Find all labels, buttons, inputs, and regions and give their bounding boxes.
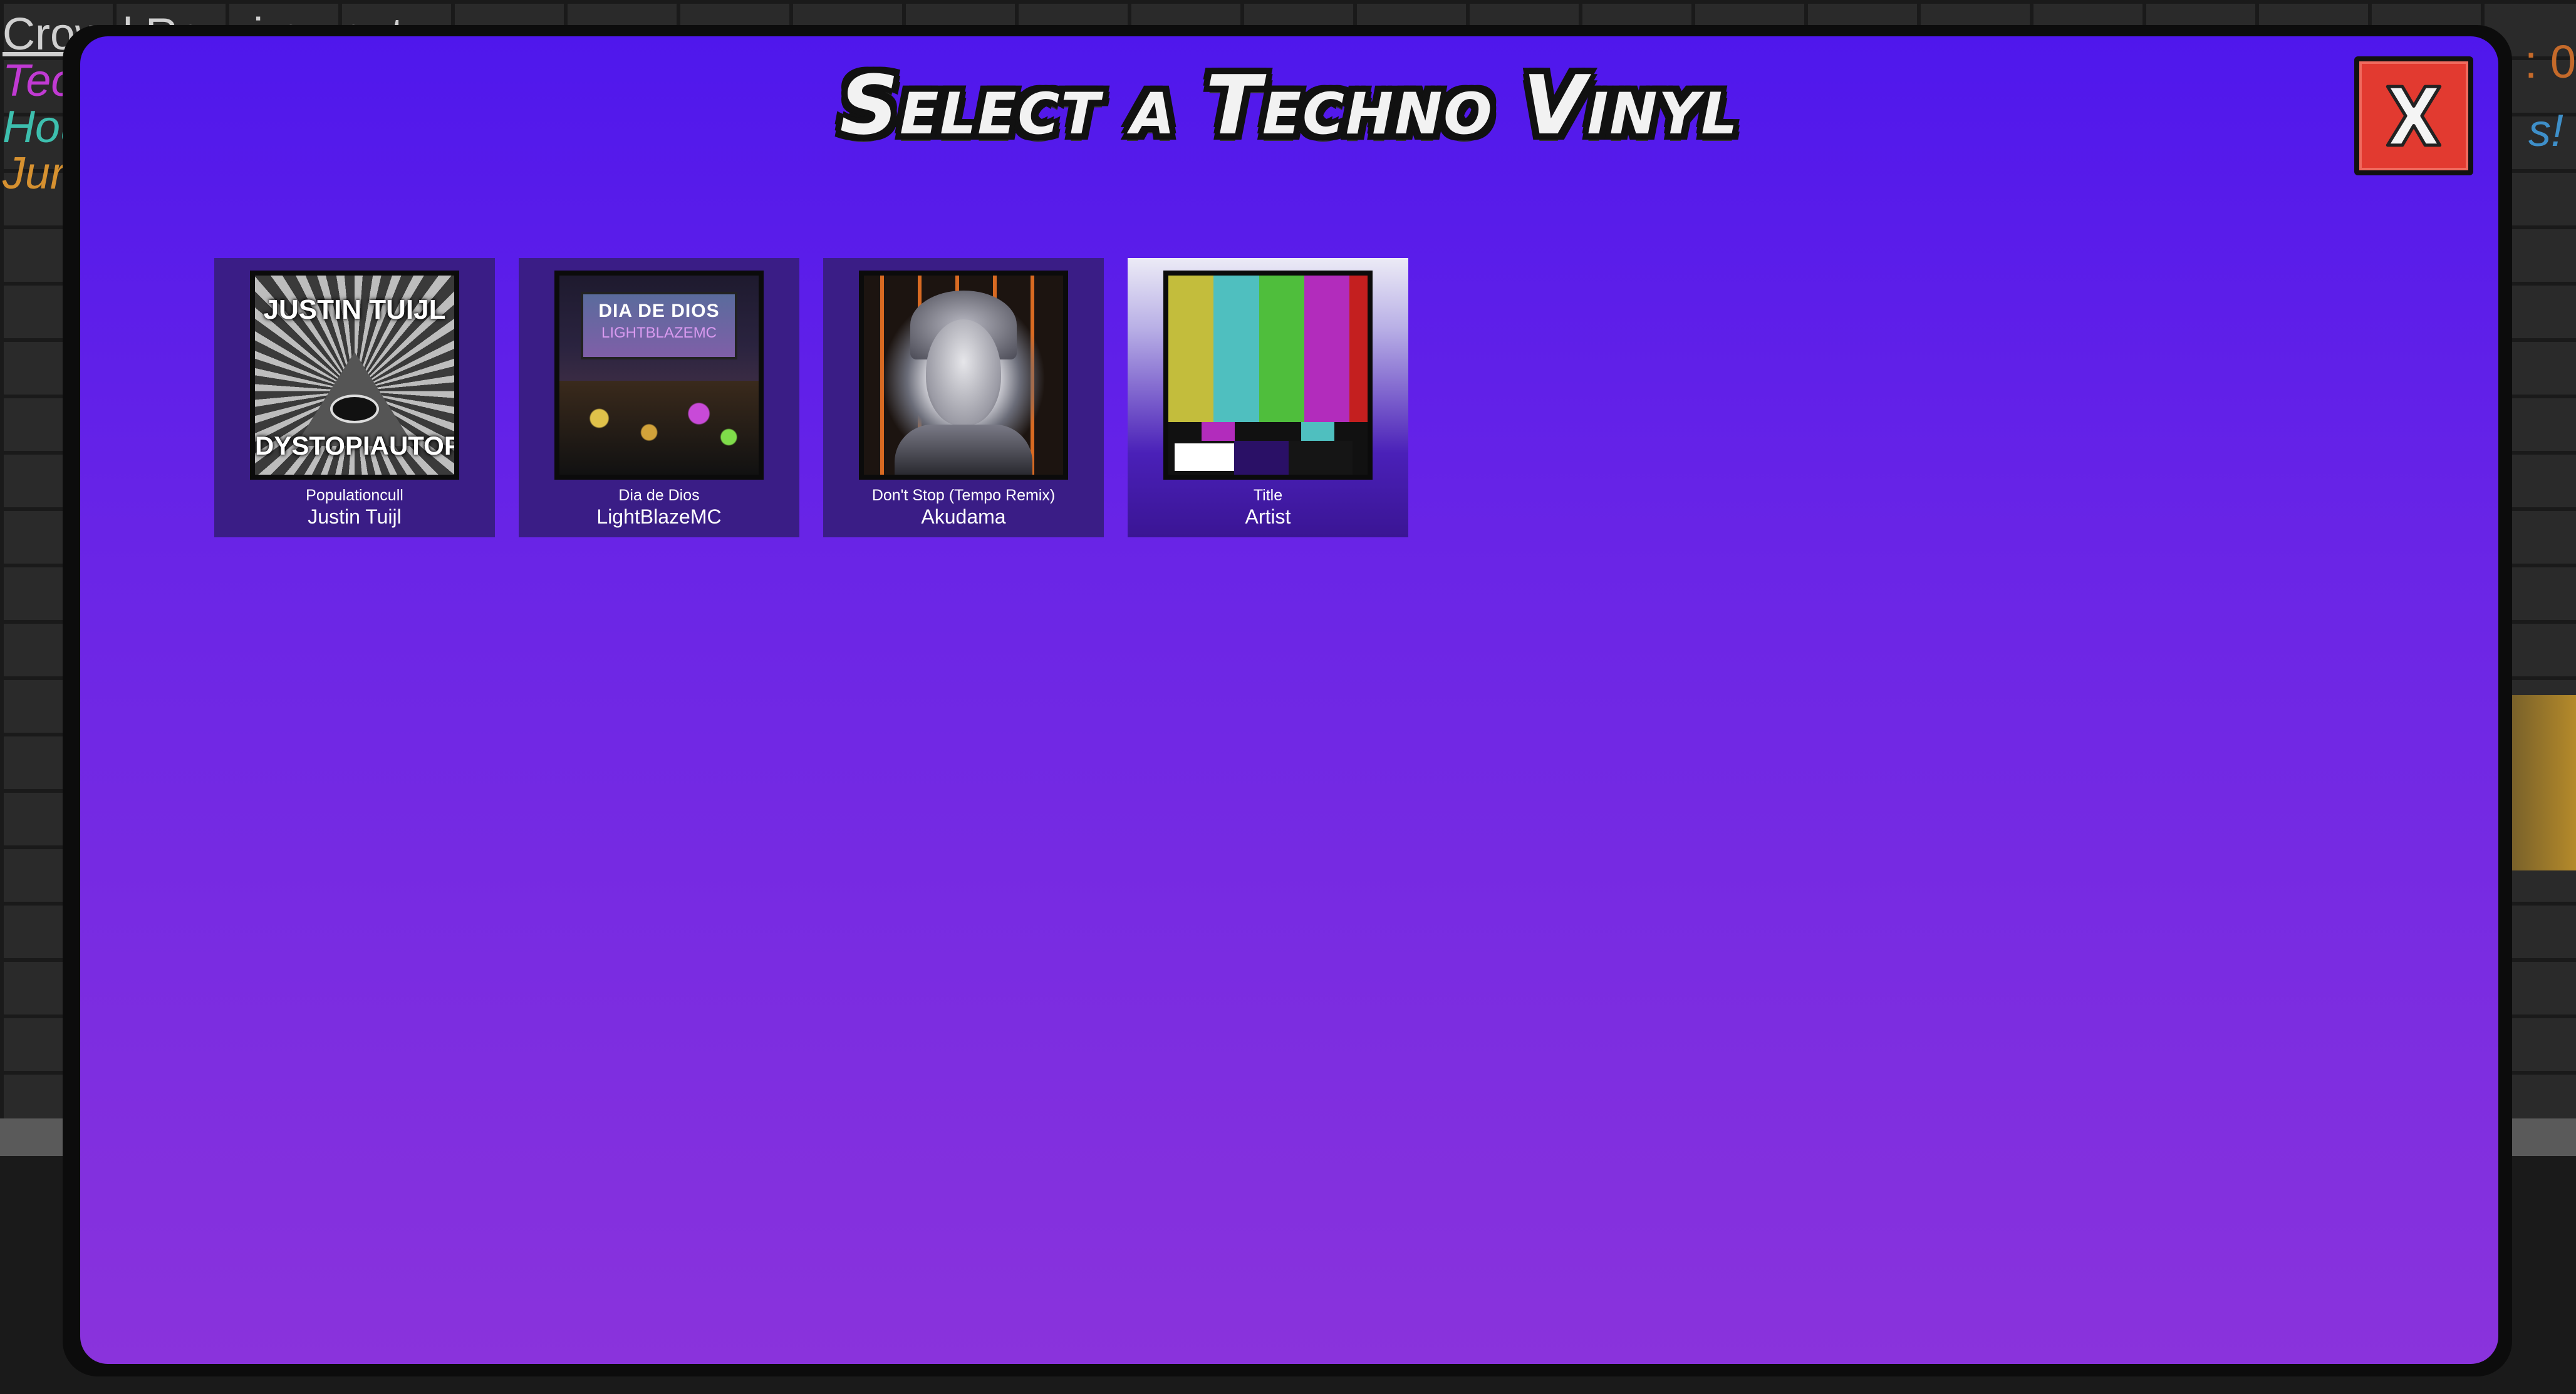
cyborg-face-graphic [926,319,1001,426]
city-lights-graphic [559,381,759,475]
color-bars-bottom [1168,441,1368,475]
vinyl-grid: JUSTIN TUIJL DYSTOPIAUTOPIA Populationcu… [214,258,1408,537]
cyborg-body-graphic [895,425,1032,475]
vinyl-select-modal: Select a Techno Vinyl JUSTIN TUIJL DYSTO… [80,36,2498,1364]
album-cover-color-bars [1163,271,1373,480]
vinyl-artist: Artist [1245,505,1291,528]
color-bars-middle [1168,422,1368,441]
album-cover: JUSTIN TUIJL DYSTOPIAUTOPIA [250,271,459,480]
status-text: s! [2528,106,2563,156]
vinyl-artist: Akudama [921,505,1006,528]
vinyl-artist: LightBlazeMC [596,505,722,528]
vinyl-title: Don't Stop (Tempo Remix) [871,487,1056,504]
neon-sign: DIA DE DIOS LIGHTBLAZEMC [581,292,737,359]
close-icon [2359,61,2468,170]
album-cover [859,271,1068,480]
modal-title: Select a Techno Vinyl [839,58,1739,153]
color-bars-top [1168,276,1368,422]
cover-text-bottom: DYSTOPIAUTOPIA [255,431,459,460]
vinyl-title: Title [1253,487,1283,504]
cover-text-bottom: LIGHTBLAZEMC [601,324,717,341]
eye-graphic [330,395,379,423]
vinyl-artist: Justin Tuijl [308,505,402,528]
vinyl-card-dont-stop[interactable]: Don't Stop (Tempo Remix) Akudama [823,258,1104,537]
genre-line-jungle: Jur [3,148,66,199]
cover-text-top: JUSTIN TUIJL [263,294,446,325]
vinyl-card-placeholder[interactable]: Title Artist [1128,258,1408,537]
cover-text-top: DIA DE DIOS [598,301,720,321]
vinyl-card-dia-de-dios[interactable]: DIA DE DIOS LIGHTBLAZEMC Dia de Dios Lig… [519,258,799,537]
vinyl-title: Populationcull [306,487,403,504]
timer-readout: : 0 [2524,36,2576,88]
album-cover: DIA DE DIOS LIGHTBLAZEMC [554,271,764,480]
vinyl-title: Dia de Dios [618,487,700,504]
railing [2501,695,2576,870]
vinyl-card-populationcull[interactable]: JUSTIN TUIJL DYSTOPIAUTOPIA Populationcu… [214,258,495,537]
close-button[interactable] [2354,56,2473,175]
